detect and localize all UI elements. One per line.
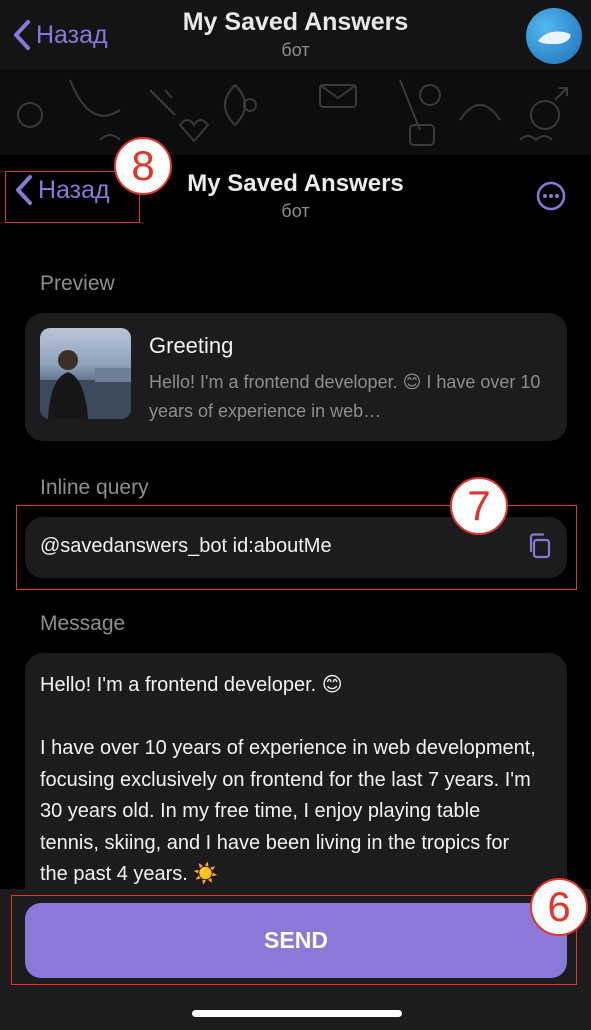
home-indicator: [192, 1010, 402, 1017]
annotation-marker-send: 6: [530, 878, 588, 936]
annotation-box-send: [11, 895, 577, 985]
message-section-label: Message: [40, 612, 126, 635]
preview-photo: [40, 328, 131, 419]
bot-logo-icon: [538, 31, 571, 44]
preview-section-label: Preview: [40, 272, 115, 295]
bot-avatar[interactable]: [526, 8, 582, 64]
more-options-icon[interactable]: [536, 181, 566, 211]
preview-text: Hello! I'm a frontend developer. 😊 I hav…: [149, 372, 541, 421]
annotation-marker-query: 7: [450, 477, 508, 535]
annotation-marker-back: 8: [114, 137, 172, 195]
inline-query-section-label: Inline query: [40, 476, 149, 499]
chat-wallpaper: [0, 70, 591, 155]
person-photo-icon: [40, 350, 131, 419]
preview-title: Greeting: [149, 333, 234, 358]
message-text: Hello! I'm a frontend developer. 😊 I hav…: [40, 674, 536, 885]
chat-title: My Saved Answers: [182, 8, 409, 36]
doodle-pattern-icon: [17, 79, 568, 146]
chat-subtitle: бот: [281, 40, 310, 60]
